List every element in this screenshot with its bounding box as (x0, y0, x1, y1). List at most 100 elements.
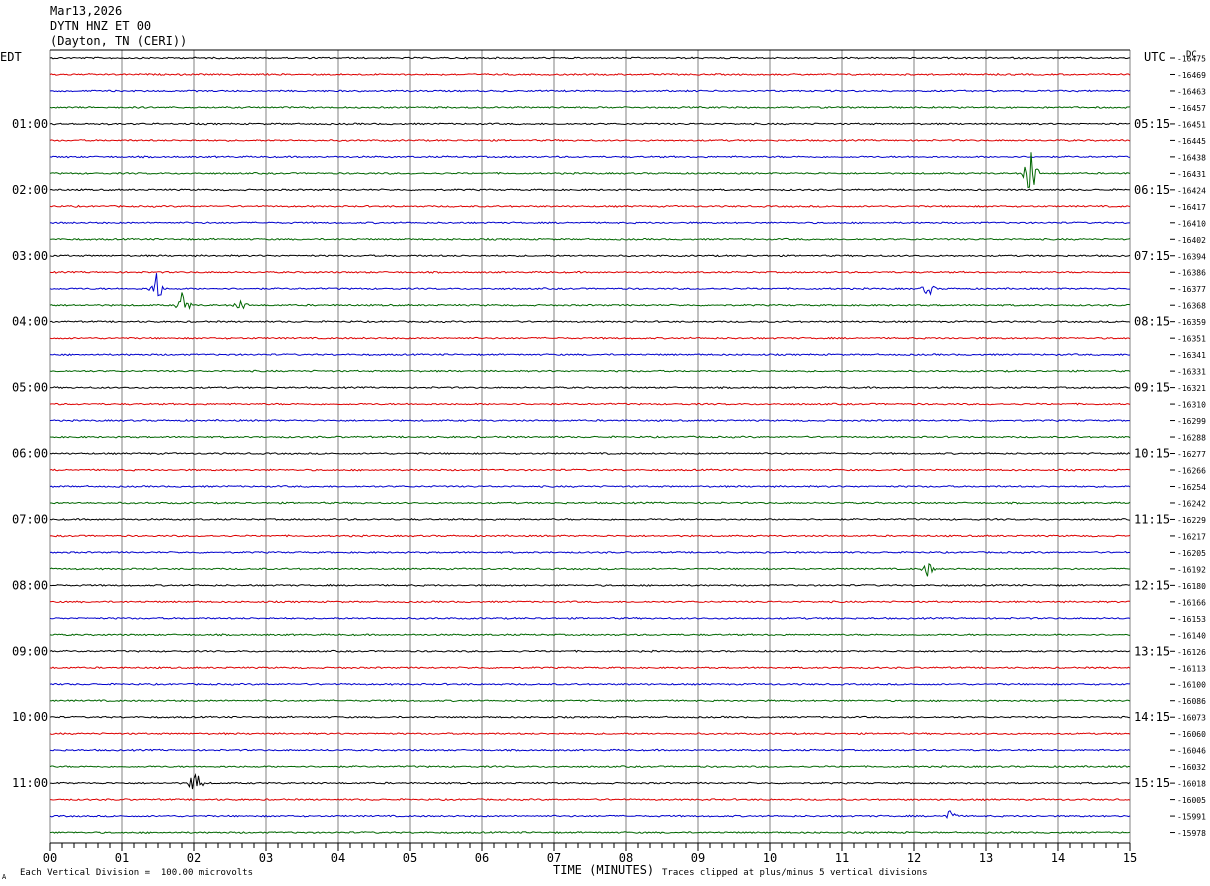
corner-mark: A (2, 873, 7, 881)
trace-20 (49, 386, 1131, 390)
trace-labels: -16475 -16469 -16463 -16457 -16451 -16445 -164… (12, 55, 1206, 839)
trace-28 (49, 518, 1131, 521)
x-tick-label-5: 05 (403, 851, 417, 865)
dc-value-34: -16153 (1177, 615, 1206, 624)
dc-value-37: -16113 (1177, 664, 1206, 673)
utc-hour-label-2: 07:15 (1134, 249, 1170, 263)
trace-23 (49, 435, 1131, 439)
dc-value-41: -16060 (1177, 730, 1206, 739)
trace-4 (49, 122, 1131, 126)
x-axis-label: TIME (MINUTES) (553, 863, 655, 877)
trace-17 (49, 336, 1131, 340)
trace-45 (49, 798, 1131, 802)
trace-14 (49, 273, 1130, 297)
dc-value-23: -16288 (1177, 434, 1206, 443)
utc-hour-label-9: 14:15 (1134, 710, 1170, 724)
utc-hour-label-10: 15:15 (1134, 776, 1170, 790)
dc-value-22: -16299 (1177, 417, 1206, 426)
dc-value-45: -16005 (1177, 796, 1206, 805)
trace-12 (49, 254, 1131, 258)
utc-hour-label-3: 08:15 (1134, 315, 1170, 329)
utc-hour-label-5: 10:15 (1134, 447, 1170, 461)
trace-31 (49, 563, 1130, 577)
utc-hour-label-6: 11:15 (1134, 512, 1170, 526)
dc-value-14: -16377 (1177, 285, 1206, 294)
trace-46 (49, 810, 1131, 819)
dc-value-8: -16424 (1177, 186, 1206, 195)
x-tick-label-2: 02 (187, 851, 201, 865)
edt-hour-label-2: 03:00 (12, 249, 48, 263)
dc-value-24: -16277 (1177, 450, 1206, 459)
edt-hour-label-3: 04:00 (12, 315, 48, 329)
trace-22 (49, 419, 1130, 422)
trace-32 (49, 583, 1131, 587)
dc-value-12: -16394 (1177, 252, 1206, 261)
clip-note: Traces clipped at plus/minus 5 vertical … (662, 868, 928, 878)
trace-2 (49, 89, 1131, 93)
trace-8 (49, 188, 1131, 192)
edt-hour-label-4: 05:00 (12, 381, 48, 395)
trace-39 (49, 699, 1131, 703)
x-tick-label-1: 01 (115, 851, 129, 865)
dc-value-44: -16018 (1177, 780, 1206, 789)
dc-value-29: -16217 (1177, 532, 1206, 541)
x-tick-label-10: 10 (763, 851, 777, 865)
dc-value-1: -16469 (1177, 71, 1206, 80)
time-axis: 00 01 02 03 04 05 06 07 08 09 10 11 12 13 14 15 (43, 842, 1137, 865)
trace-36 (49, 649, 1131, 653)
x-tick-label-0: 00 (43, 851, 57, 865)
trace-5 (49, 138, 1131, 142)
x-tick-label-9: 09 (691, 851, 705, 865)
dc-value-3: -16457 (1177, 104, 1206, 113)
trace-40 (49, 715, 1131, 719)
edt-hour-label-6: 07:00 (12, 512, 48, 526)
utc-hour-label-1: 06:15 (1134, 183, 1170, 197)
dc-value-11: -16402 (1177, 236, 1206, 245)
edt-hour-label-0: 01:00 (12, 117, 48, 131)
dc-value-28: -16229 (1177, 516, 1206, 525)
dc-value-32: -16180 (1177, 582, 1206, 591)
dc-value-5: -16445 (1177, 137, 1206, 146)
dc-value-20: -16321 (1177, 384, 1206, 393)
trace-35 (49, 633, 1131, 637)
utc-hour-label-7: 12:15 (1134, 578, 1170, 592)
dc-value-40: -16073 (1177, 714, 1206, 723)
trace-33 (49, 600, 1131, 604)
trace-3 (49, 105, 1131, 109)
dc-value-31: -16192 (1177, 565, 1206, 574)
dc-value-21: -16310 (1177, 401, 1206, 410)
trace-37 (49, 666, 1131, 670)
dc-value-39: -16086 (1177, 697, 1206, 706)
trace-27 (50, 501, 1131, 505)
trace-0 (49, 56, 1131, 60)
trace-26 (49, 484, 1131, 489)
dc-value-13: -16386 (1177, 269, 1206, 278)
dc-value-19: -16331 (1177, 368, 1206, 377)
dc-value-43: -16032 (1177, 763, 1206, 772)
trace-25 (49, 468, 1131, 472)
dc-value-10: -16410 (1177, 219, 1206, 228)
dc-value-4: -16451 (1177, 120, 1206, 129)
utc-hour-label-0: 05:15 (1134, 117, 1170, 131)
seismic-traces (49, 56, 1131, 835)
dc-value-33: -16166 (1177, 598, 1206, 607)
dc-value-16: -16359 (1177, 318, 1206, 327)
trace-16 (49, 320, 1131, 324)
trace-43 (49, 765, 1131, 769)
trace-13 (49, 270, 1130, 274)
dc-value-2: -16463 (1177, 87, 1206, 96)
trace-11 (50, 237, 1131, 241)
trace-9 (49, 204, 1131, 208)
dc-value-42: -16046 (1177, 747, 1206, 756)
trace-21 (49, 402, 1131, 406)
x-tick-label-3: 03 (259, 851, 273, 865)
edt-hour-label-7: 08:00 (12, 578, 48, 592)
dc-value-18: -16341 (1177, 351, 1206, 360)
trace-19 (49, 369, 1131, 373)
trace-47 (49, 831, 1131, 835)
dc-value-6: -16438 (1177, 153, 1206, 162)
trace-41 (49, 732, 1131, 736)
utc-hour-label-4: 09:15 (1134, 381, 1170, 395)
utc-hour-label-8: 13:15 (1134, 644, 1170, 658)
x-tick-label-12: 12 (907, 851, 921, 865)
